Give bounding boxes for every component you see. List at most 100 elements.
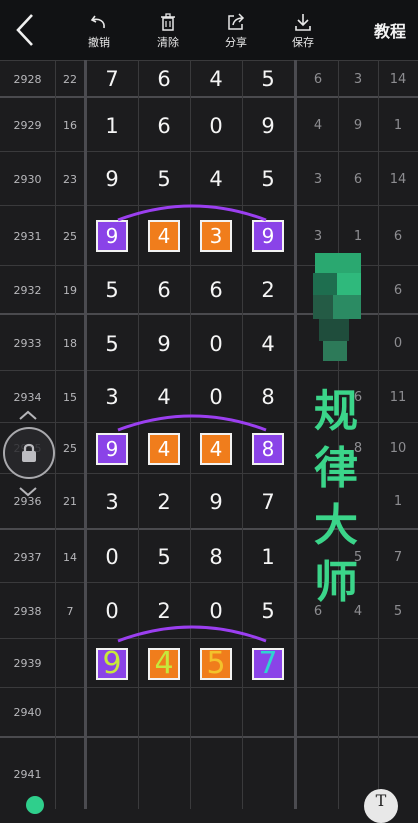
digit-cell[interactable]: 5 [86,266,138,314]
digit-cell[interactable]: 0 [86,583,138,639]
digit-value: 0 [209,331,223,356]
digit-cell[interactable]: 8 [242,423,294,474]
chevron-up-icon[interactable] [18,410,38,420]
issue-number: 2932 [13,283,42,297]
side-stat-cell: 3 [353,71,363,87]
digit-cell[interactable]: 6 [190,266,242,314]
highlighted-digit: 8 [252,432,284,465]
digit-cell[interactable]: 4 [138,206,190,266]
digit-cell[interactable]: 5 [138,152,190,206]
clear-button[interactable]: 清除 [145,8,191,54]
watermark-char: 师 [314,557,358,608]
digit-cell[interactable]: 0 [190,371,242,423]
highlighted-digit: 9 [96,432,128,465]
highlighted-digit: 3 [200,220,232,252]
digit-cell[interactable]: 2 [138,583,190,639]
digit-value: 9 [105,167,119,191]
digit-cell[interactable]: 1 [86,98,138,153]
digit-cell[interactable]: 5 [242,61,294,97]
sum-value: 16 [63,119,77,132]
digit-cell[interactable] [242,688,294,737]
digit-cell[interactable]: 3 [190,206,242,266]
text-tool-button[interactable]: T [364,789,398,823]
digit-cell[interactable]: 9 [86,639,138,688]
digit-cell[interactable]: 8 [242,371,294,423]
digit-cell[interactable]: 3 [86,371,138,423]
digit-cell[interactable]: 7 [242,474,294,529]
back-button[interactable] [12,12,46,48]
color-dot[interactable] [26,796,44,814]
digit-cell[interactable]: 6 [138,98,190,153]
digit-cell[interactable]: 9 [86,152,138,206]
digit-cell[interactable]: 4 [138,423,190,474]
digit-cell[interactable]: 4 [242,315,294,372]
digit-cell[interactable]: 9 [86,423,138,474]
digit-cell[interactable] [138,688,190,737]
sum-value: 21 [63,495,77,508]
digit-cell[interactable]: 1 [242,530,294,584]
digit-cell[interactable]: 3 [86,474,138,529]
digit-cell[interactable] [138,738,190,811]
digit-value: 6 [157,278,171,302]
table-row: 2939 9 4 5 7 [0,638,418,688]
issue-number: 2933 [13,337,42,350]
digit-cell[interactable]: 4 [190,423,242,474]
digit-cell[interactable] [242,738,294,811]
undo-button[interactable]: 撤销 [76,8,122,54]
digit-cell[interactable]: 6 [138,266,190,314]
digit-cell[interactable]: 9 [86,206,138,266]
digit-value: 9 [261,113,275,138]
digit-cell[interactable]: 0 [190,315,242,372]
share-button[interactable]: 分享 [213,8,259,54]
digit-cell[interactable]: 5 [190,639,242,688]
digit-value: 2 [261,278,275,302]
side-stat-cell: 7 [393,549,403,565]
digit-cell[interactable]: 4 [138,371,190,423]
digit-value: 9 [209,489,223,514]
digit-cell[interactable]: 9 [242,206,294,266]
sum-value: 25 [63,229,77,243]
digit-cell[interactable]: 7 [242,639,294,688]
digit-cell[interactable]: 0 [190,583,242,639]
tutorial-button[interactable]: 教程 [374,18,406,42]
digit-cell[interactable]: 6 [138,61,190,97]
digit-cell[interactable]: 7 [86,61,138,97]
digit-cell[interactable]: 9 [242,98,294,153]
digit-value: 5 [157,167,171,191]
digit-cell[interactable]: 9 [190,474,242,529]
digit-cell[interactable]: 2 [242,266,294,314]
side-stat-cell [338,688,378,737]
digit-cell[interactable]: 5 [242,583,294,639]
digit-cell[interactable] [190,688,242,737]
digit-value: 7 [261,489,275,514]
digit-cell[interactable]: 9 [138,315,190,372]
digit-value: 6 [157,113,171,138]
lock-button[interactable] [3,427,55,479]
sum-value [55,688,85,737]
issue-number: 2938 [13,604,42,618]
side-stat-cell: 14 [389,171,407,187]
side-stat-cell: 6 [313,71,323,87]
digit-value: 0 [105,545,119,569]
digit-cell[interactable] [86,688,138,737]
digit-cell[interactable]: 5 [86,315,138,372]
digit-cell[interactable] [86,738,138,811]
digit-cell[interactable]: 0 [190,98,242,153]
digit-cell[interactable]: 5 [138,530,190,584]
digit-value: 3 [105,489,119,514]
digit-cell[interactable] [190,738,242,811]
digit-value: 4 [261,331,275,356]
digit-cell[interactable]: 4 [190,61,242,97]
chevron-down-icon[interactable] [18,487,38,497]
digit-cell[interactable]: 8 [190,530,242,584]
back-arrow-icon [16,14,33,46]
digit-cell[interactable]: 4 [138,639,190,688]
issue-number: 2931 [13,229,42,243]
digit-cell[interactable]: 5 [242,152,294,206]
issue-number: 2937 [13,550,42,564]
digit-value: 0 [209,599,223,623]
digit-cell[interactable]: 4 [190,152,242,206]
digit-cell[interactable]: 2 [138,474,190,529]
digit-cell[interactable]: 0 [86,530,138,584]
save-button[interactable]: 保存 [280,8,326,54]
